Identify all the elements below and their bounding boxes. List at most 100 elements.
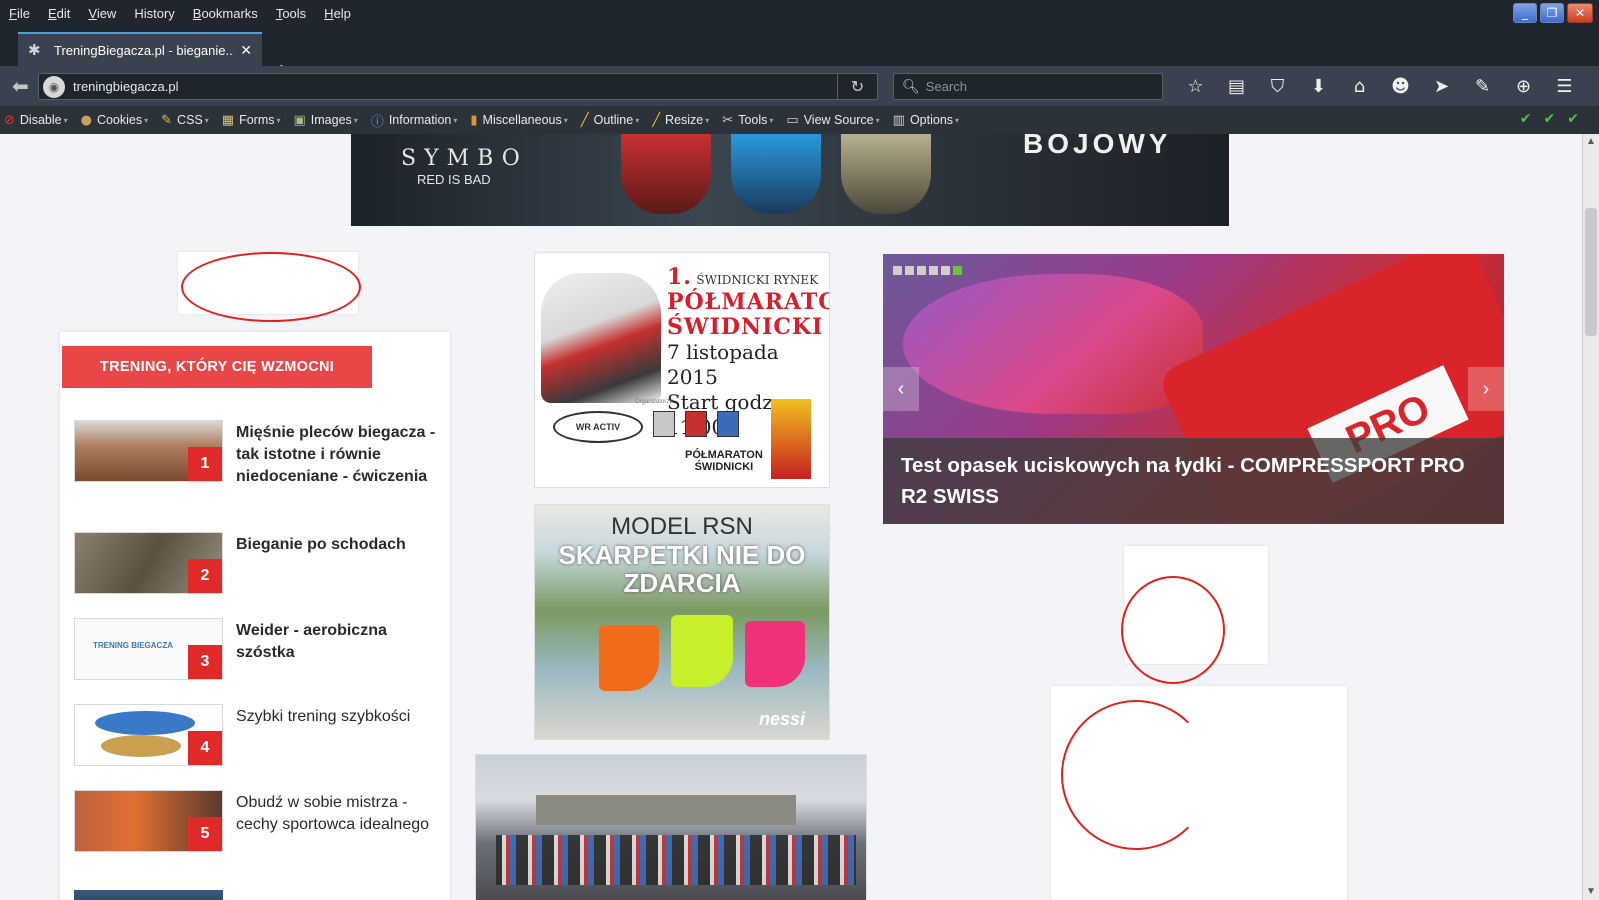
article-thumbnail[interactable]: 1 [74, 420, 223, 482]
list-item[interactable]: 5 Obudź w sobie mistrza - cechy sportowc… [74, 790, 444, 870]
list-item[interactable]: 2 Bieganie po schodach [74, 532, 444, 602]
banner-tagline: RED IS BAD [417, 172, 491, 187]
article-title[interactable]: Mięśnie pleców biegacza - tak istotne i … [236, 422, 436, 488]
globe-addon-icon[interactable]: ⊕ [1503, 76, 1544, 97]
list-item[interactable]: TRENING BIEGACZA 3 Weider - aerobiczna s… [74, 618, 444, 688]
article-thumbnail[interactable]: 4 [74, 704, 223, 766]
url-bar[interactable]: ◉ treningbiegacza.pl ↻ [38, 73, 878, 100]
article-title[interactable]: Bieganie po schodach [236, 534, 436, 556]
sock-lime-image [671, 615, 733, 687]
slider-dot[interactable] [905, 266, 914, 275]
rank-badge: 2 [188, 559, 222, 593]
rank-badge: 4 [188, 731, 222, 765]
slider-prev-icon[interactable]: ‹ [883, 367, 919, 411]
tab-treningbiegacza[interactable]: ✱ TreningBiegacza.pl - bieganie... ✕ [18, 32, 262, 66]
slider-dot-active[interactable] [953, 266, 962, 275]
bookmark-star-icon[interactable]: ☆ [1175, 76, 1216, 97]
send-icon[interactable]: ➤ [1421, 76, 1462, 97]
slider-dot[interactable] [941, 266, 950, 275]
pocket-icon[interactable]: ⛉ [1257, 76, 1298, 97]
ad1-organizers-label: Organizatorzy: [635, 399, 675, 405]
menu-history[interactable]: History [125, 6, 183, 21]
ad1-footer: PÓŁMARATON ŚWIDNICKI [685, 449, 763, 473]
slider-dot[interactable] [917, 266, 926, 275]
dev-miscellaneous[interactable]: ▮ Miscellaneous ▾ [470, 113, 567, 128]
slider-dot[interactable] [929, 266, 938, 275]
crest-icon [685, 411, 707, 437]
article-title[interactable]: Szybki trening szybkości [236, 706, 436, 728]
scroll-thumb[interactable] [1585, 208, 1597, 336]
scroll-up-icon[interactable]: ▲ [1583, 134, 1599, 150]
hamburger-menu-icon[interactable]: ☰ [1544, 76, 1585, 97]
download-icon[interactable]: ⬇ [1298, 76, 1339, 97]
menu-help[interactable]: Help [315, 6, 360, 21]
dev-cookies[interactable]: ● Cookies ▾ [81, 113, 149, 128]
dev-css[interactable]: ✎ CSS ▾ [161, 113, 209, 128]
css-icon: ✎ [161, 112, 173, 128]
dev-options[interactable]: ▥ Options ▾ [893, 113, 959, 128]
dev-resize[interactable]: ╱ Resize ▾ [652, 113, 709, 128]
toolbar-icons: ☆ ▤ ⛉ ⬇ ⌂ ☻ ➤ ✎ ⊕ ☰ [1175, 66, 1585, 106]
article-thumbnail[interactable]: 5 [74, 790, 223, 852]
dev-disable[interactable]: ⊘ Disable ▾ [4, 113, 68, 128]
window-controls: _ ❐ ✕ [1513, 3, 1593, 23]
red-scribble-annotation [181, 252, 361, 322]
extension-icon[interactable]: ✎ [1462, 76, 1503, 97]
featured-slider[interactable]: PRO ‹ › Test opasek uciskowych na łydki … [883, 254, 1504, 524]
dev-information[interactable]: ⓘ Information ▾ [371, 111, 458, 130]
dev-view-source[interactable]: ▭ View Source ▾ [786, 113, 879, 128]
menu-view[interactable]: View [79, 6, 125, 21]
article-title[interactable]: Obudź w sobie mistrza - cechy sportowca … [236, 792, 436, 836]
rank-badge: 5 [188, 817, 222, 851]
tab-bar: ✱ TreningBiegacza.pl - bieganie... ✕ + [0, 26, 1599, 82]
chat-icon[interactable]: ☻ [1380, 76, 1421, 97]
search-placeholder: Search [925, 79, 967, 94]
minimize-icon[interactable]: _ [1513, 3, 1537, 23]
disable-icon: ⊘ [4, 112, 15, 128]
menu-bookmarks[interactable]: Bookmarks [184, 6, 267, 21]
marathon-photo[interactable] [475, 754, 867, 900]
crest-icon [717, 411, 739, 437]
close-tab-icon[interactable]: ✕ [240, 42, 252, 59]
slider-next-icon[interactable]: › [1468, 367, 1504, 411]
ad-polmaraton[interactable]: 1. ŚWIDNICKI RYNEK PÓŁMARATON ŚWIDNICKI … [534, 252, 830, 488]
restore-icon[interactable]: ❐ [1540, 3, 1564, 23]
top-banner-ad[interactable]: SYMBO RED IS BAD BOJOWY [351, 134, 1229, 226]
slider-caption[interactable]: Test opasek uciskowych na łydki - COMPRE… [883, 438, 1504, 524]
ad-nessi-socks[interactable]: MODEL RSN SKARPETKI NIE DO ZDARCIA nessi [534, 504, 830, 740]
cookie-icon: ● [80, 112, 92, 128]
close-window-icon[interactable]: ✕ [1567, 3, 1593, 23]
reading-list-icon[interactable]: ▤ [1216, 76, 1257, 97]
misc-icon: ▮ [470, 112, 478, 128]
red-scribble-annotation [1061, 700, 1211, 850]
back-arrow-icon[interactable]: ⬅ [12, 74, 29, 99]
menu-tools[interactable]: Tools [267, 6, 315, 21]
dev-images[interactable]: ▣ Images ▾ [294, 113, 358, 128]
runners-crowd-image [496, 835, 856, 885]
tab-title: TreningBiegacza.pl - bieganie... [54, 42, 235, 58]
dev-forms[interactable]: ▦ Forms ▾ [222, 113, 281, 128]
scroll-down-icon[interactable]: ▼ [1583, 884, 1599, 900]
search-icon: 🔍︎ [902, 78, 920, 94]
runner-favicon-icon: ✱ [28, 42, 41, 59]
dev-outline[interactable]: ╱ Outline ▾ [581, 113, 639, 128]
globe-icon: ◉ [43, 75, 65, 98]
dev-tools[interactable]: ✂ Tools ▾ [722, 113, 773, 128]
page-scrollbar[interactable]: ▲ ▼ [1582, 134, 1599, 900]
list-item[interactable]: 4 Szybki trening szybkości [74, 704, 444, 774]
menu-file[interactable]: File [0, 6, 39, 21]
home-icon[interactable]: ⌂ [1339, 76, 1380, 97]
article-thumbnail[interactable]: 2 [74, 532, 223, 594]
slider-dot[interactable] [893, 266, 902, 275]
menu-edit[interactable]: Edit [39, 6, 79, 21]
url-text[interactable]: treningbiegacza.pl [73, 79, 837, 94]
article-title[interactable]: Weider - aerobiczna szóstka [236, 620, 436, 664]
article-thumbnail-partial[interactable] [74, 890, 223, 900]
running-shoe-image [903, 274, 1203, 414]
city-crests [653, 411, 739, 437]
list-item[interactable]: 1 Mięśnie pleców biegacza - tak istotne … [74, 420, 444, 516]
article-thumbnail[interactable]: TRENING BIEGACZA 3 [74, 618, 223, 680]
search-input[interactable]: 🔍︎ Search [893, 73, 1163, 100]
training-widget: TRENING, KTÓRY CIĘ WZMOCNI 1 Mięśnie ple… [60, 332, 450, 900]
reload-icon[interactable]: ↻ [837, 74, 877, 99]
